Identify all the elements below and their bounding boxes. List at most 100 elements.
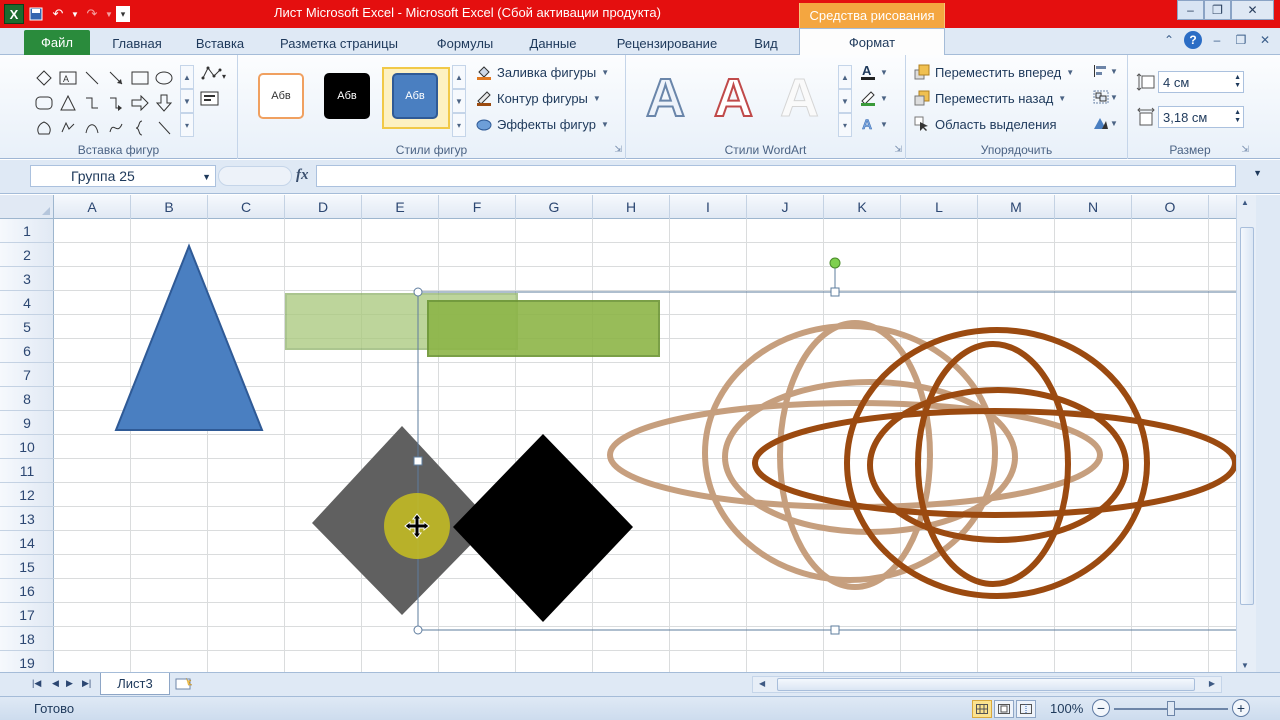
tab-data[interactable]: Данные <box>518 32 588 54</box>
textbox-shape-icon[interactable]: A <box>56 65 80 90</box>
text-outline-icon[interactable]: ▼ <box>860 89 890 110</box>
gallery-more-icon[interactable]: ▾ <box>180 113 194 137</box>
redo-dropdown-icon[interactable]: ▼ <box>104 4 114 24</box>
tab-insert[interactable]: Вставка <box>186 32 254 54</box>
rotate-icon[interactable]: ▼ <box>1092 115 1120 134</box>
arrow-line-shape-icon[interactable] <box>104 65 128 90</box>
shape-outline-button[interactable]: Контур фигуры ▼ <box>476 87 601 109</box>
shape-width-input[interactable]: 3,18 см ▲ ▼ <box>1158 106 1244 128</box>
zoom-level[interactable]: 100% <box>1050 701 1083 716</box>
workbook-close-icon[interactable]: ✕ <box>1256 31 1274 49</box>
shape-height-input[interactable]: 4 см ▲ ▼ <box>1158 71 1244 93</box>
customize-toolbar-icon[interactable]: ▾ <box>116 6 130 22</box>
page-break-view-icon[interactable] <box>1016 700 1036 718</box>
shape-height-spinner-icon[interactable]: ▲ ▼ <box>1234 74 1241 90</box>
tab-view[interactable]: Вид <box>744 32 788 54</box>
oval-shape-icon[interactable] <box>152 65 176 90</box>
horizontal-scrollbar[interactable]: ◀ ▶ <box>752 676 1222 693</box>
line-shape-icon[interactable] <box>80 65 104 90</box>
tab-page-layout[interactable]: Разметка страницы <box>266 32 412 54</box>
formula-input[interactable] <box>316 165 1236 187</box>
wordart-style-2[interactable]: A <box>713 70 754 126</box>
restore-icon[interactable]: ❐ <box>1204 0 1231 20</box>
undo-dropdown-icon[interactable]: ▼ <box>70 4 80 24</box>
horizontal-scroll-thumb[interactable] <box>777 678 1195 691</box>
redo-icon[interactable]: ↷ <box>82 4 102 24</box>
diamond-shape-icon[interactable] <box>32 65 56 90</box>
pentagon-shape-icon[interactable] <box>32 115 56 140</box>
workbook-restore-icon[interactable]: ❐ <box>1232 31 1250 49</box>
help-icon[interactable]: ? <box>1184 31 1202 49</box>
shape-width-spinner-icon[interactable]: ▲ ▼ <box>1234 109 1241 125</box>
triangle-shape[interactable] <box>114 243 264 431</box>
wordart-gallery-more-icon[interactable]: ▾ <box>838 113 852 137</box>
align-icon[interactable]: ▼ <box>1092 63 1120 82</box>
diagonal-line-icon[interactable] <box>152 115 176 140</box>
vertical-scroll-thumb[interactable] <box>1240 227 1254 605</box>
size-launcher-icon[interactable]: ⇲ <box>1241 144 1249 155</box>
bring-forward-button[interactable]: Переместить вперед ▼ <box>914 61 1074 83</box>
gallery-down-icon[interactable]: ▼ <box>180 89 194 113</box>
gallery-up-icon[interactable]: ▲ <box>180 65 194 89</box>
group-objects-icon[interactable]: ▼ <box>1092 89 1120 108</box>
right-arrow-shape-icon[interactable] <box>128 90 152 115</box>
rectangle-shape-icon[interactable] <box>128 65 152 90</box>
save-icon[interactable] <box>26 4 46 24</box>
tab-home[interactable]: Главная <box>100 32 174 54</box>
curve-shape-icon[interactable] <box>104 115 128 140</box>
scroll-right-icon[interactable]: ▶ <box>1209 679 1215 688</box>
text-effects-icon[interactable]: A ▼ <box>860 115 890 136</box>
scroll-left-icon[interactable]: ◀ <box>759 679 765 688</box>
shape-style-thumb-1[interactable]: Абв <box>258 73 304 119</box>
tab-file[interactable]: Файл <box>24 30 90 55</box>
wordart-launcher-icon[interactable]: ⇲ <box>894 144 902 155</box>
tab-formulas[interactable]: Формулы <box>424 32 506 54</box>
prev-sheet-icon[interactable]: ◀ <box>52 678 59 689</box>
sheet-tab-active[interactable]: Лист3 <box>100 673 170 695</box>
tab-review[interactable]: Рецензирование <box>600 32 734 54</box>
style-gallery-up-icon[interactable]: ▲ <box>452 65 466 89</box>
shape-style-thumb-3[interactable]: Абв <box>392 73 438 119</box>
undo-icon[interactable]: ↶ <box>48 4 68 24</box>
zoom-in-icon[interactable]: + <box>1232 699 1250 717</box>
black-diamond-shape[interactable] <box>453 434 633 622</box>
vertical-scrollbar[interactable]: ▲ ▼ <box>1236 195 1256 676</box>
arc-shape-icon[interactable] <box>80 115 104 140</box>
light-ellipse-group[interactable] <box>607 320 1103 590</box>
elbow-arrow-icon[interactable] <box>104 90 128 115</box>
excel-logo-icon[interactable]: X <box>4 4 24 24</box>
first-sheet-icon[interactable]: |◀ <box>32 678 41 689</box>
wordart-style-1[interactable]: A <box>645 70 686 126</box>
triangle-shape-icon[interactable] <box>56 90 80 115</box>
scroll-down-icon[interactable]: ▼ <box>1241 661 1249 670</box>
last-sheet-icon[interactable]: ▶| <box>82 678 91 689</box>
style-gallery-more-icon[interactable]: ▾ <box>452 113 466 137</box>
rounded-rect-shape-icon[interactable] <box>32 90 56 115</box>
shape-fill-button[interactable]: Заливка фигуры ▼ <box>476 61 609 83</box>
text-box-icon[interactable] <box>200 91 220 110</box>
zoom-slider-handle[interactable] <box>1167 701 1175 716</box>
down-arrow-shape-icon[interactable] <box>152 90 176 115</box>
minimize-icon[interactable]: – <box>1177 0 1204 20</box>
wordart-gallery-up-icon[interactable]: ▲ <box>838 65 852 89</box>
green-rectangle-shape[interactable] <box>427 300 660 357</box>
close-icon[interactable]: ✕ <box>1231 0 1274 20</box>
elbow-connector-icon[interactable] <box>80 90 104 115</box>
shape-effects-button[interactable]: Эффекты фигур ▼ <box>476 113 609 135</box>
insert-sheet-icon[interactable] <box>172 675 196 693</box>
name-box[interactable]: Группа 25 ▼ <box>30 165 216 187</box>
tab-format[interactable]: Формат <box>799 28 945 55</box>
freeform-shape-icon[interactable] <box>56 115 80 140</box>
edit-shape-icon[interactable]: ▾ <box>200 65 226 84</box>
wordart-gallery-down-icon[interactable]: ▼ <box>838 89 852 113</box>
insert-function-icon[interactable]: fx <box>296 167 309 184</box>
selection-pane-button[interactable]: Область выделения <box>914 113 1057 135</box>
minimize-ribbon-icon[interactable]: ⌃ <box>1160 31 1178 49</box>
name-box-dropdown-icon[interactable]: ▼ <box>202 172 211 182</box>
style-gallery-down-icon[interactable]: ▼ <box>452 89 466 113</box>
scroll-up-icon[interactable]: ▲ <box>1241 198 1249 207</box>
formula-bar-resize-handle[interactable] <box>218 166 292 186</box>
normal-view-icon[interactable] <box>972 700 992 718</box>
page-layout-view-icon[interactable] <box>994 700 1014 718</box>
zoom-out-icon[interactable]: − <box>1092 699 1110 717</box>
